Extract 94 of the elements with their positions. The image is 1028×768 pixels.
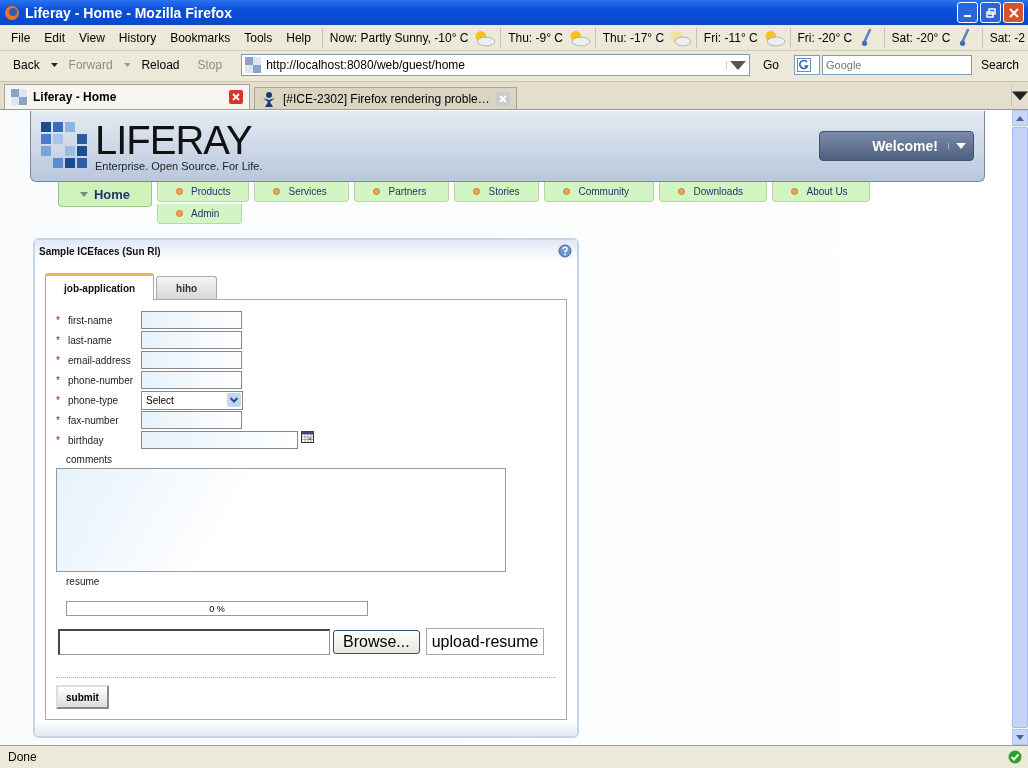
menu-item[interactable]: File	[4, 30, 38, 45]
required-mark: *	[56, 354, 61, 366]
field-label: last-name	[68, 334, 113, 346]
nav-tab[interactable]: Partners	[354, 182, 450, 202]
field-label: resume	[66, 576, 101, 587]
menu-item[interactable]: Edit	[37, 30, 73, 45]
minimize-button[interactable]	[957, 2, 978, 23]
input-field[interactable]	[141, 371, 242, 389]
search-button[interactable]: Search	[971, 53, 1028, 77]
required-mark: *	[56, 434, 61, 446]
go-button[interactable]: Go	[753, 53, 788, 77]
input-field[interactable]	[141, 331, 242, 349]
up-arrow-icon	[1016, 115, 1024, 121]
dropdown-field[interactable]: Select	[141, 390, 243, 410]
required-mark: *	[56, 314, 61, 326]
file-path-field[interactable]	[58, 628, 330, 655]
caret-icon[interactable]	[50, 63, 58, 67]
nav-tab[interactable]: Products	[157, 182, 250, 202]
field-label: comments	[66, 454, 114, 465]
required-mark: *	[56, 374, 61, 386]
scroll-up-button[interactable]	[1012, 110, 1028, 126]
form-tab[interactable]: hiho	[156, 276, 218, 299]
browse-button[interactable]: Browse...	[333, 629, 420, 654]
help-icon[interactable]	[558, 244, 572, 258]
close-button[interactable]	[1003, 2, 1024, 23]
required-mark: *	[56, 394, 61, 406]
logo-tagline: Enterprise. Open Source. For Life.	[95, 160, 263, 172]
upload-button[interactable]: upload-resume	[425, 628, 545, 655]
toolbar-button[interactable]: Reload	[132, 53, 189, 77]
window-title: Liferay - Home - Mozilla Firefox	[25, 4, 233, 21]
nav-tab[interactable]: Admin	[157, 204, 242, 224]
logo-wordmark: LIFERAY	[95, 120, 253, 160]
weather-forecast[interactable]: Now: Partly Sunny, -10° C	[326, 30, 472, 45]
restore-icon	[985, 7, 996, 18]
field-label: phone-number	[68, 374, 135, 386]
required-mark: *	[56, 414, 61, 426]
caret-icon	[79, 191, 88, 197]
globe-icon	[4, 4, 20, 21]
weather-forecast[interactable]: Thu: -17° C	[599, 30, 668, 45]
maximize-button[interactable]	[980, 2, 1001, 23]
status-text: Done	[8, 750, 37, 764]
minimize-icon	[964, 14, 971, 17]
progress-reading: 0 %	[209, 603, 225, 614]
menu-item[interactable]: History	[111, 30, 164, 45]
address-field[interactable]: http://localhost:8080/web/guest/home	[241, 54, 750, 76]
nav-tab[interactable]: About Us	[772, 182, 871, 202]
close-tab-icon[interactable]	[229, 90, 243, 104]
weather-forecast[interactable]: Fri: -20° C	[794, 30, 856, 45]
menu-item[interactable]: Tools	[237, 30, 280, 45]
calendar-icon[interactable]	[301, 431, 314, 443]
toolbar-button[interactable]: Back	[4, 53, 49, 77]
field-label: birthday	[68, 434, 105, 446]
field-label: fax-number	[68, 414, 120, 426]
input-field[interactable]	[141, 351, 242, 369]
chevron-down-icon	[227, 393, 241, 407]
menu-item[interactable]: Bookmarks	[163, 30, 238, 45]
form-tab[interactable]: job-application	[45, 273, 155, 300]
tab-list-icon[interactable]	[1011, 84, 1028, 107]
close-icon	[1008, 7, 1019, 18]
field-label: first-name	[68, 314, 114, 326]
weather-forecast[interactable]: Sat: -2	[986, 30, 1028, 45]
nav-tab[interactable]: Downloads	[659, 182, 768, 202]
search-engine-icon[interactable]	[793, 55, 820, 75]
required-mark: *	[56, 334, 61, 346]
weather-forecast[interactable]: Thu: -9° C	[505, 30, 566, 45]
submit-button[interactable]: submit	[56, 685, 109, 709]
nav-tab[interactable]: Home	[58, 182, 152, 207]
thermometer-icon	[959, 27, 972, 48]
nav-tab[interactable]: Stories	[454, 182, 540, 202]
scroll-down-button[interactable]	[1012, 729, 1028, 745]
weather-forecast[interactable]: Fri: -11° C	[700, 30, 761, 45]
check-icon	[1008, 750, 1022, 764]
thermometer-icon	[861, 27, 874, 48]
menu-item[interactable]: Help	[279, 30, 318, 45]
browser-tab[interactable]: [#ICE-2302] Firefox rendering proble…	[254, 87, 517, 109]
logo-mark-icon	[41, 122, 89, 170]
comments-field[interactable]	[56, 468, 506, 572]
input-field[interactable]	[141, 311, 242, 329]
field-label: email-address	[68, 354, 132, 366]
welcome-menu-button[interactable]: Welcome!	[819, 131, 974, 161]
browser-tab[interactable]: Liferay - Home	[4, 84, 250, 109]
field-label: phone-type	[68, 394, 120, 406]
checker-icon	[11, 89, 27, 105]
nav-tab[interactable]: Community	[544, 182, 655, 202]
checker-icon	[245, 57, 262, 73]
down-arrow-icon	[1016, 734, 1024, 740]
input-field[interactable]	[141, 411, 242, 429]
nav-tab[interactable]: Services	[254, 182, 350, 202]
input-field[interactable]	[141, 431, 298, 449]
weather-forecast[interactable]: Sat: -20° C	[888, 30, 954, 45]
portlet-title: Sample ICEfaces (Sun RI)	[39, 245, 161, 257]
search-field[interactable]: Google	[821, 55, 972, 75]
scrollbar[interactable]	[1012, 110, 1028, 745]
menu-item[interactable]: View	[72, 30, 112, 45]
